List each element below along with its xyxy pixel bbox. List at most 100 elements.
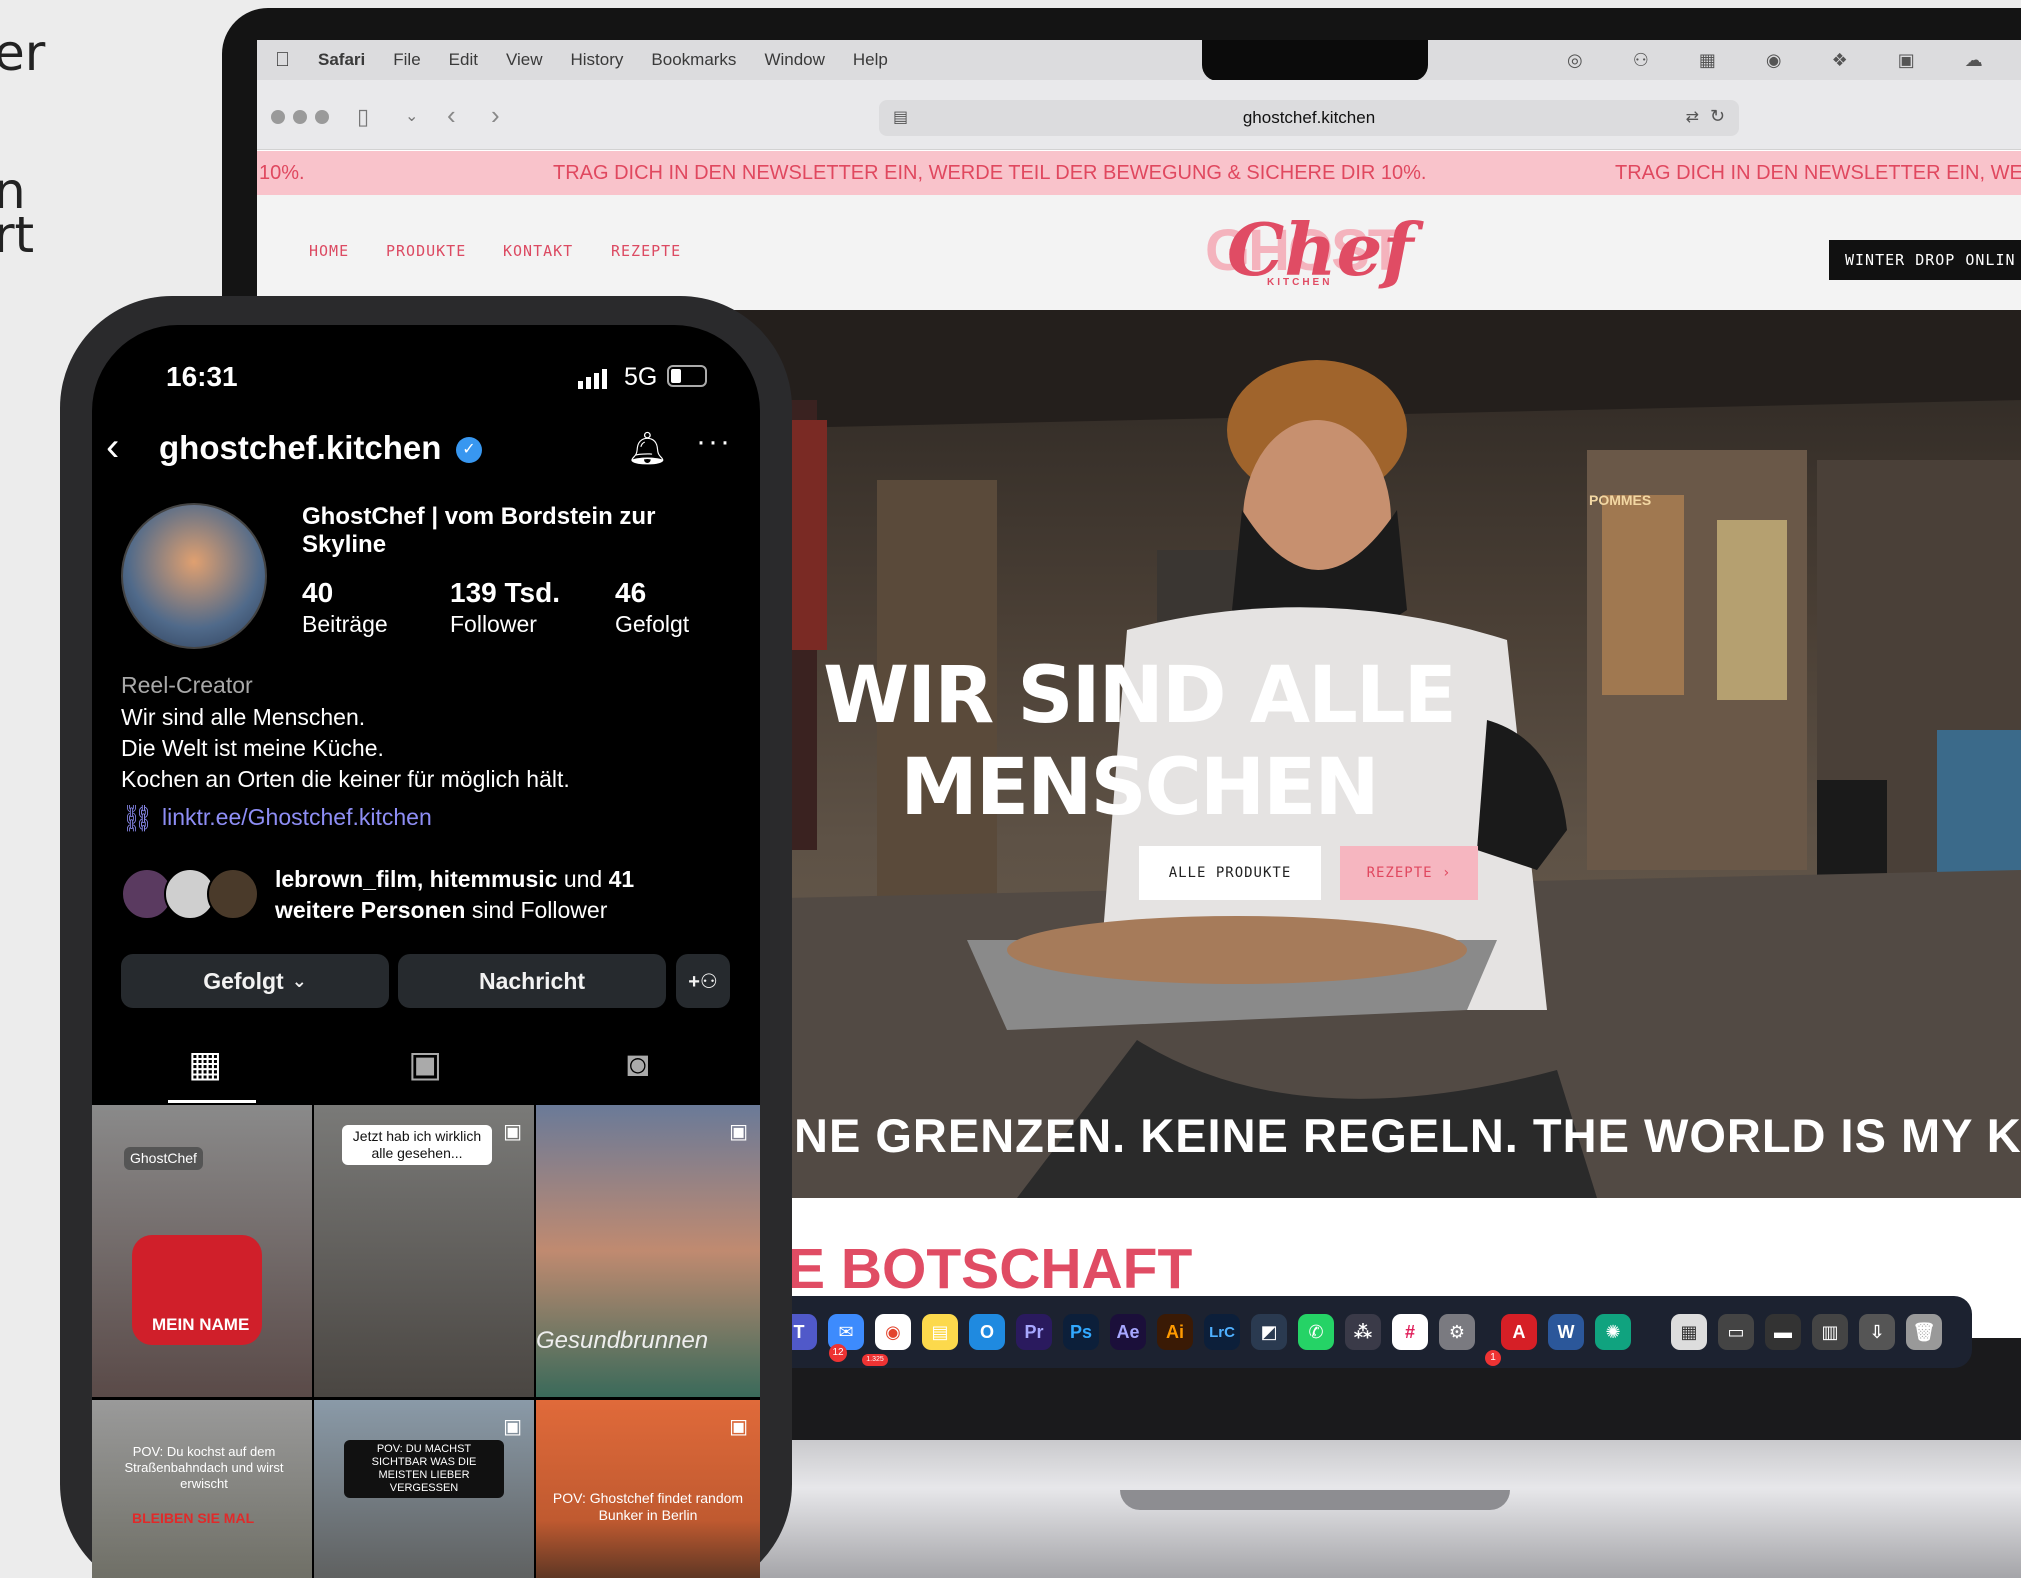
- hero-ticker: NE GRENZEN. KEINE REGELN. THE WORLD IS M…: [794, 1109, 2021, 1162]
- notes-icon[interactable]: ▤: [922, 1314, 958, 1350]
- nav-rezepte[interactable]: REZEPTE: [611, 242, 681, 260]
- add-user-icon[interactable]: +⚇: [676, 954, 730, 1008]
- cloud-icon[interactable]: ☁: [1965, 50, 1983, 71]
- profile-username: ghostchef.kitchen: [159, 429, 442, 466]
- dropbox-icon[interactable]: ❖: [1832, 50, 1848, 71]
- post-thumbnail[interactable]: POV: DU MACHST SICHTBAR WAS DIE MEISTEN …: [314, 1400, 534, 1578]
- davinci-icon[interactable]: ⁂: [1345, 1314, 1381, 1350]
- post-thumbnail[interactable]: ▣ Gesundbrunnen: [536, 1105, 760, 1397]
- recipes-button[interactable]: REZEPTE ›: [1340, 846, 1478, 900]
- lightroom-icon[interactable]: LrC: [1204, 1314, 1240, 1350]
- iphone-screen: 16:31 5G ‹ ghostchef.kitchen ✓ 🔔︎ ··· Gh…: [92, 325, 760, 1578]
- composite-mockup: { "left_fragments":["er","n","rt"], "mac…: [0, 0, 2021, 1578]
- files-stack-icon[interactable]: ▥: [1812, 1314, 1848, 1350]
- stat-following-value[interactable]: 46: [615, 577, 646, 609]
- more-icon[interactable]: ···: [696, 425, 732, 459]
- chevron-down-icon[interactable]: ⌄: [405, 106, 418, 126]
- macos-menubar:  Safari File Edit View History Bookmark…: [257, 40, 2021, 80]
- menu-history[interactable]: History: [571, 50, 624, 70]
- nav-produkte[interactable]: PRODUKTE: [386, 242, 466, 260]
- menu-window[interactable]: Window: [764, 50, 824, 70]
- back-arrow-icon[interactable]: ‹: [106, 425, 119, 470]
- stat-following-label[interactable]: Gefolgt: [615, 611, 689, 638]
- chatgpt-icon[interactable]: ✺: [1595, 1314, 1631, 1350]
- menu-bookmarks[interactable]: Bookmarks: [651, 50, 736, 70]
- window-close-button[interactable]: [271, 110, 285, 124]
- menu-edit[interactable]: Edit: [449, 50, 478, 70]
- menu-file[interactable]: File: [393, 50, 420, 70]
- reload-icon[interactable]: ↻: [1710, 106, 1725, 127]
- window-zoom-button[interactable]: [315, 110, 329, 124]
- dock-badge: 12: [829, 1344, 847, 1362]
- all-products-button[interactable]: ALLE PRODUKTE: [1139, 846, 1321, 900]
- outlook-icon[interactable]: O: [969, 1314, 1005, 1350]
- stat-followers-value[interactable]: 139 Tsd.: [450, 577, 560, 609]
- dock-badge: 1: [1485, 1350, 1501, 1366]
- post-thumbnail[interactable]: POV: Ghostchef findet random Bunker in B…: [536, 1400, 760, 1578]
- stat-posts-label[interactable]: Beiträge: [302, 611, 388, 638]
- nav-kontakt[interactable]: KONTAKT: [503, 242, 573, 260]
- post-thumbnail[interactable]: GhostChef MEIN NAME: [92, 1105, 312, 1397]
- tagged-tab-icon[interactable]: ◙: [627, 1043, 649, 1085]
- post-thumbnail[interactable]: Jetzt hab ich wirklich alle gesehen... ▣: [314, 1105, 534, 1397]
- ghostchef-logo[interactable]: GHOST Chef KITCHEN: [1205, 207, 1413, 295]
- sync-icon[interactable]: ◉: [1766, 50, 1782, 71]
- preview-icon[interactable]: ▦: [1671, 1314, 1707, 1350]
- translate-icon[interactable]: ⇄: [1686, 107, 1699, 127]
- translate-icon[interactable]: ▦: [1699, 50, 1716, 71]
- settings-icon[interactable]: ⚙: [1439, 1314, 1475, 1350]
- whatsapp-icon[interactable]: ✆: [1298, 1314, 1334, 1350]
- after-effects-icon[interactable]: Ae: [1110, 1314, 1146, 1350]
- slack-icon[interactable]: #: [1392, 1314, 1428, 1350]
- address-bar[interactable]: ▤ ghostchef.kitchen ⇄ ↻: [879, 100, 1739, 136]
- menu-app-name[interactable]: Safari: [318, 50, 365, 70]
- nav-home[interactable]: HOME: [309, 242, 349, 260]
- banner-text-right: TRAG DICH IN DEN NEWSLETTER EIN, WERD: [1615, 161, 2021, 184]
- following-button[interactable]: Gefolgt ⌄: [121, 954, 389, 1008]
- post-thumbnail[interactable]: POV: Du kochst auf dem Straßenbahndach u…: [92, 1400, 312, 1578]
- menu-help[interactable]: Help: [853, 50, 888, 70]
- page-menu-icon[interactable]: ▤: [893, 107, 908, 127]
- newsletter-banner[interactable]: 10%. TRAG DICH IN DEN NEWSLETTER EIN, WE…: [257, 151, 2021, 195]
- reel-icon: ▣: [503, 1121, 522, 1143]
- banner-text: TRAG DICH IN DEN NEWSLETTER EIN, WERDE T…: [553, 161, 1427, 184]
- sidebar-toggle-icon[interactable]: ▯: [357, 104, 369, 130]
- grammarly-icon[interactable]: ◎: [1567, 50, 1583, 71]
- grid-tab-icon[interactable]: ▦: [188, 1043, 222, 1085]
- follower-avatar[interactable]: [207, 868, 259, 920]
- site-header: HOME PRODUKTE KONTAKT REZEPTE GHOST Chef…: [257, 195, 2021, 310]
- apple-icon[interactable]: : [275, 49, 290, 72]
- finder-icon[interactable]: ◩: [1251, 1314, 1287, 1350]
- reel-icon: ▣: [503, 1416, 522, 1438]
- profile-avatar[interactable]: [121, 503, 267, 649]
- trash-icon[interactable]: 🗑: [1906, 1314, 1942, 1350]
- stat-followers-label[interactable]: Follower: [450, 611, 537, 638]
- message-button[interactable]: Nachricht: [398, 954, 666, 1008]
- profile-category: Reel-Creator: [121, 672, 253, 698]
- bell-icon[interactable]: 🔔︎: [627, 429, 668, 467]
- banner-text-left: 10%.: [259, 161, 305, 184]
- chrome-icon[interactable]: ◉: [875, 1314, 911, 1350]
- word-icon[interactable]: W: [1548, 1314, 1584, 1350]
- folder-icon[interactable]: ▬: [1765, 1314, 1801, 1350]
- back-icon[interactable]: ‹: [447, 100, 456, 131]
- desktop-folder-icon[interactable]: ▭: [1718, 1314, 1754, 1350]
- winter-drop-button[interactable]: WINTER DROP ONLIN: [1829, 240, 2021, 280]
- teams-icon[interactable]: ⚇: [1633, 50, 1649, 71]
- reel-icon: ▣: [729, 1121, 748, 1143]
- premiere-icon[interactable]: Pr: [1016, 1314, 1052, 1350]
- forward-icon[interactable]: ›: [491, 100, 500, 131]
- macos-dock: T ✉ ◉ ▤ O Pr Ps Ae Ai LrC ◩ ✆ ⁂ # ⚙ A W …: [757, 1296, 1972, 1368]
- photoshop-icon[interactable]: Ps: [1063, 1314, 1099, 1350]
- profile-name: GhostChef | vom Bordstein zur Skyline: [302, 503, 656, 558]
- reels-tab-icon[interactable]: ▣: [408, 1043, 442, 1085]
- camera-icon[interactable]: ▣: [1898, 50, 1915, 71]
- stat-posts-value[interactable]: 40: [302, 577, 333, 609]
- profile-link[interactable]: linktr.ee/Ghostchef.kitchen: [162, 804, 432, 831]
- followed-by-text[interactable]: lebrown_film, hitemmusic und 41 weitere …: [275, 864, 634, 926]
- window-minimize-button[interactable]: [293, 110, 307, 124]
- downloads-icon[interactable]: ⇩: [1859, 1314, 1895, 1350]
- menu-view[interactable]: View: [506, 50, 543, 70]
- illustrator-icon[interactable]: Ai: [1157, 1314, 1193, 1350]
- acrobat-icon[interactable]: A: [1501, 1314, 1537, 1350]
